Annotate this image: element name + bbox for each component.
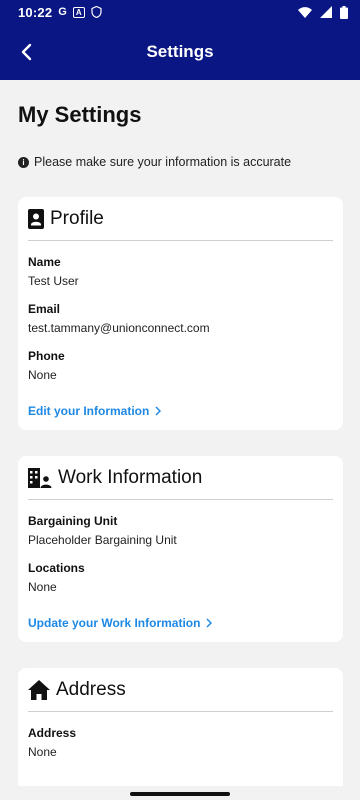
notification-a-icon: A <box>72 6 85 18</box>
settings-content[interactable]: My Settings i Please make sure your info… <box>0 80 360 786</box>
profile-card-header: Profile <box>28 197 333 241</box>
update-work-information-link[interactable]: Update your Work Information <box>28 616 213 630</box>
battery-icon <box>340 5 348 19</box>
building-people-icon <box>28 467 52 488</box>
shield-icon <box>90 6 102 18</box>
profile-card: Profile Name Test User Email test.tamman… <box>18 197 343 430</box>
home-icon <box>28 679 50 700</box>
edit-information-link[interactable]: Edit your Information <box>28 404 162 418</box>
field-value: None <box>28 745 57 759</box>
address-field-address: Address None <box>28 726 76 759</box>
google-icon: G <box>58 6 67 18</box>
chevron-right-icon <box>155 406 162 416</box>
address-card-title: Address <box>56 678 126 700</box>
work-card-title: Work Information <box>58 466 203 488</box>
work-card-header: Work Information <box>28 456 333 500</box>
status-time: 10:22 <box>18 4 53 20</box>
notice-text: Please make sure your information is acc… <box>34 155 292 169</box>
info-notice: i Please make sure your information is a… <box>18 155 291 169</box>
app-bar: Settings <box>0 24 360 80</box>
field-label: Name <box>28 255 61 269</box>
edit-information-label: Edit your Information <box>28 404 150 418</box>
field-value: Test User <box>28 274 79 288</box>
back-button[interactable] <box>10 36 42 68</box>
address-card: Address Address None <box>18 668 343 786</box>
field-label: Email <box>28 302 61 316</box>
work-field-bargaining-unit: Bargaining Unit Placeholder Bargaining U… <box>28 514 177 547</box>
field-label: Phone <box>28 349 65 363</box>
info-icon: i <box>18 156 29 168</box>
update-work-information-label: Update your Work Information <box>28 616 201 630</box>
gesture-navigation-bar <box>0 786 360 800</box>
work-field-locations: Locations None <box>28 561 85 594</box>
profile-field-name: Name Test User <box>28 255 79 288</box>
arrow-left-icon <box>21 43 32 61</box>
app-bar-title: Settings <box>146 42 214 61</box>
contact-card-icon <box>28 208 44 229</box>
field-label: Bargaining Unit <box>28 514 118 528</box>
chevron-right-icon <box>206 618 213 628</box>
address-card-header: Address <box>28 668 333 712</box>
field-label: Locations <box>28 561 85 575</box>
field-value: Placeholder Bargaining Unit <box>28 533 177 547</box>
field-value: test.tammany@unionconnect.com <box>28 321 210 335</box>
page-title: My Settings <box>18 102 142 127</box>
status-bar: 10:22 G A <box>0 0 360 24</box>
wifi-icon <box>298 6 312 18</box>
profile-field-phone: Phone None <box>28 349 65 382</box>
home-gesture-pill[interactable] <box>130 792 230 796</box>
work-information-card: Work Information Bargaining Unit Placeho… <box>18 456 343 642</box>
field-value: None <box>28 580 57 594</box>
profile-field-email: Email test.tammany@unionconnect.com <box>28 302 210 335</box>
profile-card-title: Profile <box>50 207 104 229</box>
field-label: Address <box>28 726 77 740</box>
signal-icon <box>320 6 332 18</box>
field-value: None <box>28 368 57 382</box>
